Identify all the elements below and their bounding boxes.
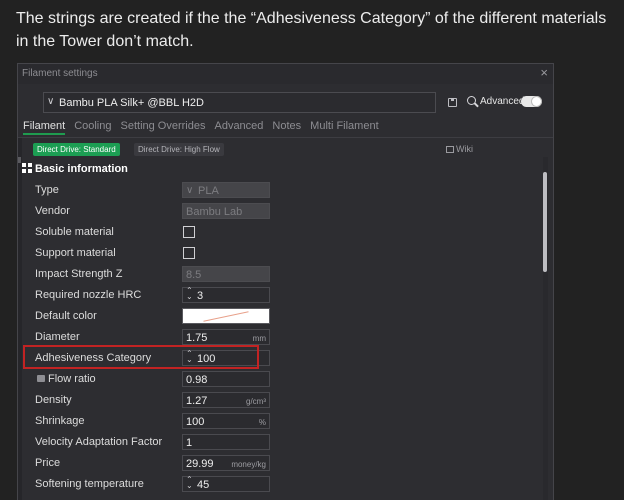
row-velocity: Velocity Adaptation Factor 1 <box>18 434 553 452</box>
tab-advanced[interactable]: Advanced <box>214 120 263 135</box>
impact-label: Impact Strength Z <box>35 268 123 280</box>
density-field[interactable]: 1.27 g/cm³ <box>182 392 270 408</box>
row-price: Price 29.99 money/kg <box>18 455 553 473</box>
close-icon[interactable]: × <box>540 65 548 80</box>
advanced-toggle[interactable] <box>521 96 542 107</box>
hrc-label: Required nozzle HRC <box>35 289 142 301</box>
row-softening: Softening temperature ⌃ ⌄ 45 <box>18 476 553 494</box>
gutter-marker <box>18 157 21 163</box>
shrinkage-label: Shrinkage <box>35 415 85 427</box>
row-flow: Flow ratio 0.98 <box>18 371 553 389</box>
row-type: Type ∨ PLA <box>18 182 553 200</box>
shrinkage-field[interactable]: 100 % <box>182 413 270 429</box>
scrollbar-thumb[interactable] <box>543 172 547 272</box>
flow-icon <box>37 375 45 382</box>
price-unit: money/kg <box>231 460 266 469</box>
preset-name: Bambu PLA Silk+ @BBL H2D <box>59 97 204 109</box>
row-soluble: Soluble material <box>18 224 553 242</box>
filament-settings-dialog: Filament settings × ∨ Bambu PLA Silk+ @B… <box>17 63 554 500</box>
wiki-link[interactable]: Wiki <box>446 144 473 154</box>
dialog-title: Filament settings <box>22 68 98 79</box>
advanced-label: Advanced <box>480 96 525 107</box>
impact-field: 8.5 <box>182 266 270 282</box>
tab-filament[interactable]: Filament <box>23 120 66 135</box>
soluble-label: Soluble material <box>35 226 114 238</box>
impact-value: 8.5 <box>186 269 202 281</box>
color-label: Default color <box>35 310 97 322</box>
section-header: Basic information <box>22 163 128 175</box>
chevron-down-icon: ∨ <box>47 96 55 107</box>
color-swatch[interactable] <box>182 308 270 324</box>
price-label: Price <box>35 457 61 469</box>
row-color: Default color <box>18 308 553 326</box>
section-title: Basic information <box>35 163 128 175</box>
softening-value: 45 <box>197 479 210 491</box>
tab-direct-drive-high-flow[interactable]: Direct Drive: High Flow <box>134 143 224 156</box>
type-label: Type <box>35 184 59 196</box>
tab-multi-filament[interactable]: Multi Filament <box>310 120 378 135</box>
highlight-annotation <box>23 345 259 369</box>
diameter-value: 1.75 <box>186 332 208 344</box>
preset-selector[interactable]: ∨ Bambu PLA Silk+ @BBL H2D <box>43 92 436 113</box>
price-field[interactable]: 29.99 money/kg <box>182 455 270 471</box>
post-caption: The strings are created if the the “Adhe… <box>16 10 607 50</box>
tabs-divider <box>18 137 553 138</box>
hrc-value: 3 <box>197 290 204 302</box>
dialog-titlebar: Filament settings × <box>18 64 553 84</box>
spinner-icon[interactable]: ⌃ ⌄ <box>186 476 193 490</box>
shrinkage-unit: % <box>258 418 266 427</box>
velocity-value: 1 <box>186 437 193 449</box>
wiki-label: Wiki <box>456 144 473 154</box>
book-icon <box>446 146 454 153</box>
tab-direct-drive-standard[interactable]: Direct Drive: Standard <box>33 143 120 156</box>
row-vendor: Vendor Bambu Lab <box>18 203 553 221</box>
row-hrc: Required nozzle HRC ⌃ ⌄ 3 <box>18 287 553 305</box>
row-shrinkage: Shrinkage 100 % <box>18 413 553 431</box>
row-support: Support material <box>18 245 553 263</box>
soluble-checkbox[interactable] <box>183 226 195 238</box>
vendor-value: Bambu Lab <box>186 206 243 218</box>
chevron-down-icon: ∨ <box>186 185 194 196</box>
vendor-label: Vendor <box>35 205 70 217</box>
diameter-field[interactable]: 1.75 mm <box>182 329 270 345</box>
softening-label: Softening temperature <box>35 478 144 490</box>
grid-icon <box>22 163 32 173</box>
row-density: Density 1.27 g/cm³ <box>18 392 553 410</box>
save-icon[interactable] <box>448 98 457 107</box>
diameter-unit: mm <box>252 334 266 343</box>
tab-cooling[interactable]: Cooling <box>74 120 111 135</box>
diameter-label: Diameter <box>35 331 80 343</box>
row-impact: Impact Strength Z 8.5 <box>18 266 553 284</box>
velocity-field[interactable]: 1 <box>182 434 270 450</box>
density-unit: g/cm³ <box>246 397 266 406</box>
hrc-stepper[interactable]: ⌃ ⌄ 3 <box>182 287 270 303</box>
search-icon[interactable] <box>467 96 476 105</box>
flow-value: 0.98 <box>186 374 208 386</box>
flow-field[interactable]: 0.98 <box>182 371 270 387</box>
support-label: Support material <box>35 247 116 259</box>
support-checkbox[interactable] <box>183 247 195 259</box>
softening-stepper[interactable]: ⌃ ⌄ 45 <box>182 476 270 492</box>
flow-label: Flow ratio <box>48 373 96 385</box>
shrinkage-value: 100 <box>186 416 205 428</box>
settings-tabs: Filament Cooling Setting Overrides Advan… <box>23 120 388 135</box>
tab-setting-overrides[interactable]: Setting Overrides <box>121 120 206 135</box>
density-value: 1.27 <box>186 395 208 407</box>
vendor-field: Bambu Lab <box>182 203 270 219</box>
spinner-icon[interactable]: ⌃ ⌄ <box>186 287 193 301</box>
color-swatch-mark <box>203 311 249 322</box>
density-label: Density <box>35 394 72 406</box>
tab-notes[interactable]: Notes <box>272 120 301 135</box>
type-value: PLA <box>198 185 219 197</box>
type-select: ∨ PLA <box>182 182 270 198</box>
velocity-label: Velocity Adaptation Factor <box>35 436 163 448</box>
price-value: 29.99 <box>186 458 214 470</box>
